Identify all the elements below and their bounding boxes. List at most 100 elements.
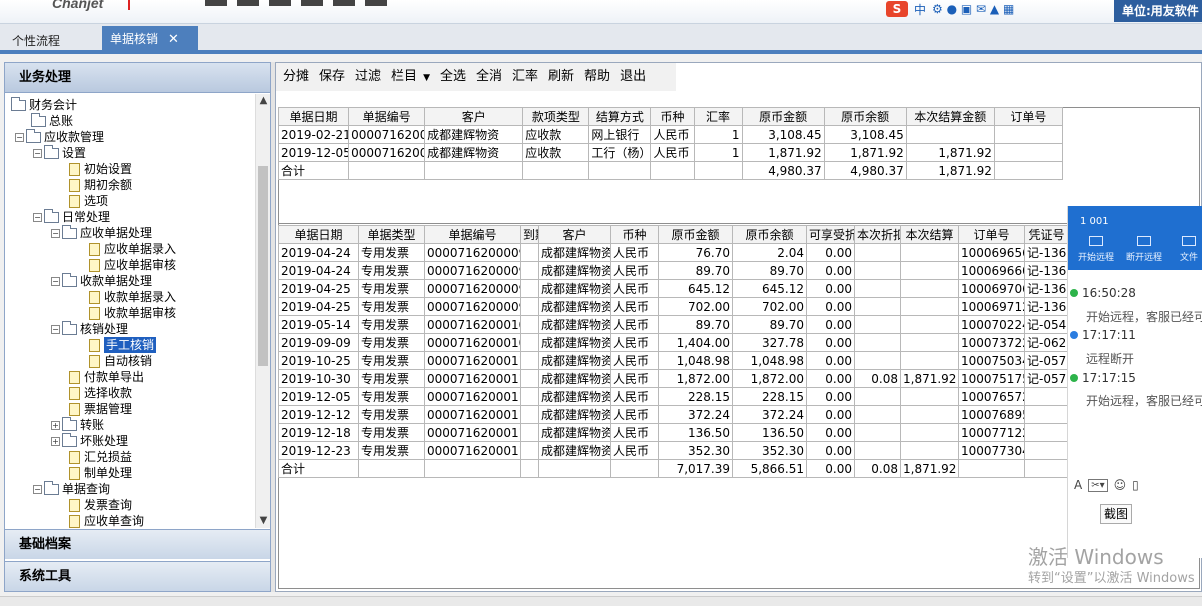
invoice-cell[interactable]: 成都建辉物资 — [538, 297, 611, 316]
tree-node-receipt-entry[interactable]: 收款单据录入 — [89, 289, 176, 305]
receipt-cell[interactable]: 1,871.92 — [823, 143, 907, 162]
invoice-cell[interactable]: 记-1367 — [1024, 243, 1069, 262]
receipt-column-header[interactable]: 原币余额 — [823, 107, 907, 126]
invoice-cell[interactable] — [900, 315, 959, 334]
receipt-cell[interactable]: 人民币 — [650, 125, 695, 144]
invoice-cell[interactable]: 2019-04-25 — [278, 297, 359, 316]
invoice-cell[interactable]: 专用发票 — [358, 261, 425, 280]
tree-node-receivable-docs[interactable]: − 应收单据处理 — [51, 224, 152, 241]
invoice-column-header[interactable]: 单据类型 — [358, 225, 425, 244]
invoice-cell[interactable]: 人民币 — [610, 423, 659, 442]
split-button[interactable]: 分摊 — [278, 66, 314, 88]
invoice-cell[interactable]: 2019-12-18 — [278, 423, 359, 442]
invoice-cell[interactable]: 100069656 — [958, 243, 1025, 262]
invoice-cell[interactable]: 2019-05-14 — [278, 315, 359, 334]
invoice-cell[interactable]: 228.15 — [732, 387, 807, 406]
scroll-thumb[interactable] — [258, 166, 268, 366]
invoice-cell[interactable]: 100075034 — [958, 351, 1025, 370]
invoice-row[interactable]: 2019-04-24专用发票00007162000097成都建辉物资人民币89.… — [278, 261, 1069, 280]
receipt-column-header[interactable]: 单据编号 — [348, 107, 426, 126]
receipt-cell[interactable]: 1,871.92 — [905, 143, 995, 162]
expand-icon[interactable]: + — [51, 420, 60, 430]
invoice-cell[interactable] — [900, 441, 959, 460]
tree-node-receivables[interactable]: − 应收款管理 — [15, 128, 104, 145]
invoice-cell[interactable]: 2.04 — [732, 243, 807, 262]
invoice-cell[interactable]: 专用发票 — [358, 387, 425, 406]
tree-node-bad-debt[interactable]: + 坏账处理 — [51, 432, 128, 449]
tree-node-receivable-entry[interactable]: 应收单据录入 — [89, 241, 176, 257]
invoice-cell[interactable]: 89.70 — [658, 261, 733, 280]
invoice-cell[interactable] — [900, 351, 959, 370]
tree-node-invoice-query[interactable]: 发票查询 — [69, 497, 132, 513]
tab-custom-flow[interactable]: 个性流程 — [6, 30, 66, 52]
invoice-cell[interactable]: 专用发票 — [358, 333, 425, 352]
invoice-cell[interactable]: 人民币 — [610, 297, 659, 316]
receipt-cell[interactable]: 3,108.45 — [741, 125, 825, 144]
file-button[interactable]: 文件 — [1180, 236, 1198, 263]
invoice-cell[interactable]: 专用发票 — [358, 315, 425, 334]
invoice-cell[interactable]: 100069706 — [958, 279, 1025, 298]
invoice-cell[interactable]: 00007162000097 — [424, 261, 521, 280]
section-basic-archives[interactable]: 基础档案 — [5, 529, 270, 559]
invoice-cell[interactable] — [1024, 405, 1069, 424]
file-icon[interactable]: ▯ — [1132, 478, 1139, 492]
invoice-column-header[interactable]: 本次折扣 — [854, 225, 901, 244]
invoice-cell[interactable]: 1,404.00 — [658, 333, 733, 352]
tree-node-manual-writeoff[interactable]: 手工核销 — [89, 337, 157, 353]
columns-button[interactable]: 栏目 ▼ — [386, 66, 435, 88]
tree-node-transfer[interactable]: + 转账 — [51, 416, 104, 433]
invoice-row[interactable]: 2019-04-25专用发票00007162000099成都建辉物资人民币702… — [278, 297, 1069, 316]
tree-node-finance[interactable]: 财务会计 — [11, 96, 77, 113]
invoice-column-header[interactable]: 客户 — [538, 225, 611, 244]
invoice-cell[interactable]: 成都建辉物资 — [538, 351, 611, 370]
invoice-cell[interactable]: 0.00 — [806, 441, 855, 460]
invoice-row[interactable]: 2019-10-30专用发票00007162000112成都建辉物资人民币1,8… — [278, 369, 1069, 388]
invoice-cell[interactable] — [854, 387, 901, 406]
invoice-column-header[interactable]: 原币余额 — [732, 225, 807, 244]
collapse-icon[interactable]: − — [51, 276, 60, 286]
invoice-cell[interactable]: 136.50 — [732, 423, 807, 442]
invoice-row[interactable]: 2019-12-18专用发票00007162000116成都建辉物资人民币136… — [278, 423, 1069, 442]
invoice-column-header[interactable]: 币种 — [610, 225, 659, 244]
invoice-cell[interactable]: 成都建辉物资 — [538, 441, 611, 460]
collapse-icon[interactable]: − — [33, 212, 42, 222]
invoice-cell[interactable] — [900, 279, 959, 298]
invoice-cell[interactable]: 352.30 — [732, 441, 807, 460]
invoice-row[interactable]: 2019-12-05专用发票00007162000113成都建辉物资人民币228… — [278, 387, 1069, 406]
invoice-cell[interactable] — [520, 333, 539, 352]
invoice-cell[interactable]: 645.12 — [658, 279, 733, 298]
invoice-cell[interactable] — [854, 315, 901, 334]
tree-node-bill-management[interactable]: 票据管理 — [69, 401, 132, 417]
invoice-cell[interactable]: 专用发票 — [358, 297, 425, 316]
receipt-column-header[interactable]: 订单号 — [993, 107, 1064, 126]
invoice-cell[interactable]: 0.00 — [806, 351, 855, 370]
clear-all-button[interactable]: 全消 — [471, 66, 507, 88]
invoice-cell[interactable]: 记-0577 — [1024, 351, 1069, 370]
invoice-cell[interactable] — [900, 333, 959, 352]
receipt-cell[interactable]: 应收款 — [522, 143, 590, 162]
receipt-column-header[interactable]: 汇率 — [693, 107, 743, 126]
invoice-cell[interactable]: 0.00 — [806, 387, 855, 406]
invoice-cell[interactable]: 成都建辉物资 — [538, 315, 611, 334]
panel-title[interactable]: 业务处理 — [5, 63, 270, 93]
receipt-cell[interactable]: 1,871.92 — [741, 143, 825, 162]
dropdown-arrow-icon[interactable]: ▼ — [423, 73, 430, 83]
invoice-cell[interactable]: 0.00 — [806, 333, 855, 352]
collapse-icon[interactable]: − — [33, 148, 42, 158]
collapse-icon[interactable]: − — [51, 228, 60, 238]
receipt-cell[interactable]: 1 — [693, 125, 743, 144]
sogou-ime-icon[interactable]: S — [886, 1, 908, 17]
tree-scrollbar[interactable]: ▲ ▼ — [255, 94, 270, 528]
filter-button[interactable]: 过滤 — [350, 66, 386, 88]
tree-node-receipt-review[interactable]: 收款单据审核 — [89, 305, 176, 321]
invoice-row[interactable]: 2019-05-14专用发票00007162000101成都建辉物资人民币89.… — [278, 315, 1069, 334]
invoice-cell[interactable] — [854, 279, 901, 298]
start-remote-button[interactable]: 开始远程 — [1078, 236, 1114, 263]
invoice-cell[interactable]: 1,872.00 — [732, 369, 807, 388]
invoice-cell[interactable]: 人民币 — [610, 315, 659, 334]
invoice-cell[interactable]: 人民币 — [610, 387, 659, 406]
receipt-cell[interactable] — [993, 143, 1064, 162]
invoice-cell[interactable]: 2019-10-25 — [278, 351, 359, 370]
invoice-cell[interactable]: 89.70 — [732, 261, 807, 280]
invoice-cell[interactable]: 记-0622 — [1024, 333, 1069, 352]
